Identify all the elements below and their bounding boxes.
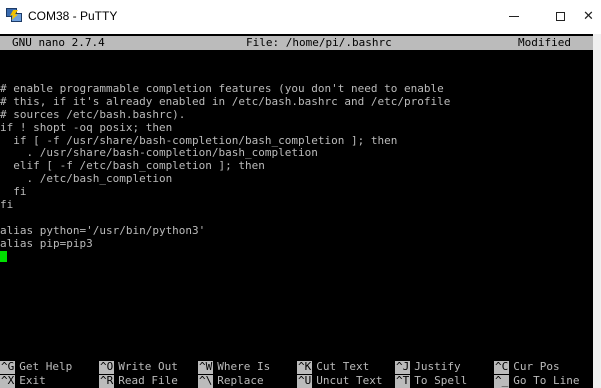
editor-line: alias python='/usr/bin/python3'	[0, 223, 206, 237]
text-cursor	[0, 250, 7, 262]
shortcut-row-2: ^X Exit ^R Read File ^\ Replace ^U Uncut Tex…	[0, 374, 593, 388]
close-icon: ✕	[583, 8, 594, 24]
maximize-button[interactable]	[537, 0, 583, 32]
editor-line: # sources /etc/bash.bashrc).	[0, 107, 186, 121]
shortcut-uncut-text[interactable]: ^U Uncut Text	[297, 374, 382, 388]
editor-line: . /etc/bash_completion	[0, 172, 173, 186]
shortcut-where-is[interactable]: ^W Where Is	[198, 360, 270, 374]
shortcut-get-help[interactable]: ^G Get Help	[0, 360, 72, 374]
editor-line: fi	[0, 185, 27, 199]
shortcut-justify[interactable]: ^J Justify	[395, 360, 461, 374]
cursor-line	[0, 250, 593, 264]
scrollbar[interactable]	[593, 34, 601, 388]
putty-icon[interactable]	[6, 7, 22, 23]
shortcut-cur-pos[interactable]: ^C Cur Pos	[494, 360, 560, 374]
shortcut-cut-text[interactable]: ^K Cut Text	[297, 360, 369, 374]
shortcut-go-to-line[interactable]: ^_ Go To Line	[494, 374, 579, 388]
maximize-icon	[555, 11, 565, 21]
window-title: COM38 - PuTTY	[28, 9, 118, 23]
nano-modified-status: Modified	[518, 36, 571, 49]
editor-line: alias pip=pip3	[0, 236, 93, 250]
shortcut-replace[interactable]: ^\ Replace	[198, 374, 264, 388]
editor-buffer[interactable]: # enable programmable completion feature…	[0, 82, 593, 264]
nano-header: GNU nano 2.7.4 File: /home/pi/.bashrc Mo…	[0, 36, 593, 50]
nano-filename: File: /home/pi/.bashrc	[246, 36, 392, 49]
minimize-icon	[509, 15, 519, 17]
shortcut-exit[interactable]: ^X Exit	[0, 374, 46, 388]
minimize-button[interactable]	[491, 0, 537, 32]
close-button[interactable]: ✕	[583, 0, 601, 32]
editor-line: # enable programmable completion feature…	[0, 82, 444, 95]
editor-line: if ! shopt -oq posix; then	[0, 120, 173, 134]
shortcut-to-spell[interactable]: ^T To Spell	[395, 374, 467, 388]
nano-shortcut-bar: ^G Get Help ^O Write Out ^W Where Is ^K Cut …	[0, 357, 593, 388]
terminal-screen[interactable]: GNU nano 2.7.4 File: /home/pi/.bashrc Mo…	[0, 34, 593, 388]
shortcut-write-out[interactable]: ^O Write Out	[99, 360, 178, 374]
editor-line: # this, if it's already enabled in /etc/…	[0, 94, 451, 108]
nano-version: GNU nano 2.7.4	[12, 36, 105, 49]
shortcut-read-file[interactable]: ^R Read File	[99, 374, 178, 388]
editor-line: fi	[0, 198, 14, 212]
shortcut-row-1: ^G Get Help ^O Write Out ^W Where Is ^K Cut …	[0, 360, 593, 374]
window-titlebar[interactable]: COM38 - PuTTY ✕	[0, 0, 601, 34]
